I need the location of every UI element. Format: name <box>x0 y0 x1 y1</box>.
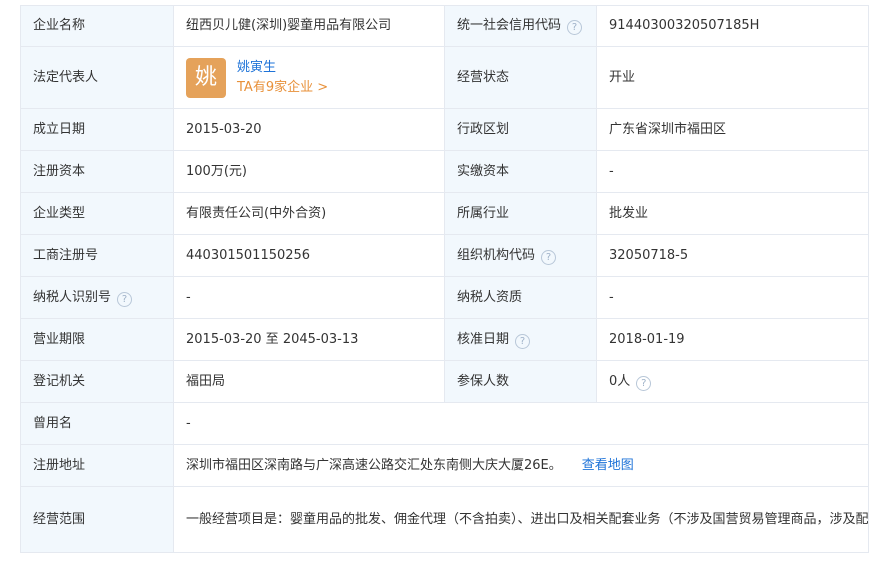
approval-date-label: 核准日期 <box>457 331 510 347</box>
status-value: 开业 <box>596 46 869 109</box>
company-name-label: 企业名称 <box>20 5 174 47</box>
help-icon[interactable]: ? <box>567 20 583 35</box>
row-former-name: 曾用名 - <box>20 402 869 445</box>
credit-code-value: 9144030032050718​5H <box>596 5 869 47</box>
org-code-label-cell: 组织机构代码? <box>444 234 597 277</box>
founded-value: 2015-03-20 <box>173 108 445 151</box>
paid-capital-label: 实缴资本 <box>444 150 597 193</box>
address-label: 注册地址 <box>20 444 174 487</box>
row-taxpayer: 纳税人识别号? - 纳税人资质 - <box>20 276 869 319</box>
legal-rep-name-link[interactable]: 姚寅生 <box>237 58 328 78</box>
help-icon[interactable]: ? <box>515 333 531 349</box>
founded-label: 成立日期 <box>20 108 174 151</box>
company-type-value: 有限责任公司(中外合资) <box>173 192 445 235</box>
company-type-label: 企业类型 <box>20 192 174 235</box>
org-code-value: 32050718-5 <box>596 234 869 277</box>
insured-value: 0人 <box>609 373 631 389</box>
credit-code-label: 统一社会信用代码 <box>457 18 562 33</box>
row-scope: 经营范围 一般经营项目是：婴童用品的批发、佣金代理（不含拍卖）、进出口及相关配套… <box>20 486 869 553</box>
scope-label: 经营范围 <box>20 486 174 553</box>
approval-date-label-cell: 核准日期? <box>444 318 597 361</box>
address-value: 深圳市福田区深南路与广深高速公路交汇处东南侧大庆大厦26E。 <box>186 457 562 473</box>
avatar[interactable]: 姚 <box>186 57 226 98</box>
row-legal-rep: 法定代表人 姚 姚寅生 TA有9家企业 > 经营状态 开业 <box>20 46 869 109</box>
row-company-type: 企业类型 有限责任公司(中外合资) 所属行业 批发业 <box>20 192 869 235</box>
status-label: 经营状态 <box>444 46 597 109</box>
region-value: 广东省深圳市福田区 <box>596 108 869 151</box>
row-address: 注册地址 深圳市福田区深南路与广深高速公路交汇处东南侧大庆大厦26E。 查看地图 <box>20 444 869 487</box>
authority-label: 登记机关 <box>20 360 174 403</box>
taxpayer-qual-label: 纳税人资质 <box>444 276 597 319</box>
approval-date-value: 2018-01-19 <box>596 318 869 361</box>
industry-value: 批发业 <box>596 192 869 235</box>
taxpayer-id-label-cell: 纳税人识别号? <box>20 276 174 319</box>
help-icon[interactable]: ? <box>541 249 557 265</box>
org-code-label: 组织机构代码 <box>457 247 536 263</box>
region-label: 行政区划 <box>444 108 597 151</box>
insured-value-cell: 0人? <box>596 360 869 403</box>
former-name-label: 曾用名 <box>20 402 174 445</box>
insured-label: 参保人数 <box>444 360 597 403</box>
row-company-name: 企业名称 纽西贝儿健(深圳)婴童用品有限公司 统一社会信用代码? 9144030… <box>20 5 869 47</box>
taxpayer-id-value: - <box>173 276 445 319</box>
reg-number-label: 工商注册号 <box>20 234 174 277</box>
business-term-value: 2015-03-20 至 2045-03-13 <box>173 318 445 361</box>
reg-number-value: 440301501150256 <box>173 234 445 277</box>
company-name-value: 纽西贝儿健(深圳)婴童用品有限公司 <box>173 5 445 47</box>
row-capital: 注册资本 100万(元) 实缴资本 - <box>20 150 869 193</box>
scope-value: 一般经营项目是：婴童用品的批发、佣金代理（不含拍卖）、进出口及相关配套业务（不涉… <box>173 486 869 553</box>
registered-capital-value: 100万(元) <box>173 150 445 193</box>
legal-rep-label: 法定代表人 <box>20 46 174 109</box>
row-authority: 登记机关 福田局 参保人数 0人? <box>20 360 869 403</box>
view-map-link[interactable]: 查看地图 <box>582 458 634 473</box>
taxpayer-qual-value: - <box>596 276 869 319</box>
help-icon[interactable]: ? <box>117 291 133 307</box>
row-founded: 成立日期 2015-03-20 行政区划 广东省深圳市福田区 <box>20 108 869 151</box>
paid-capital-value: - <box>596 150 869 193</box>
registered-capital-label: 注册资本 <box>20 150 174 193</box>
industry-label: 所属行业 <box>444 192 597 235</box>
row-business-term: 营业期限 2015-03-20 至 2045-03-13 核准日期? 2018-… <box>20 318 869 361</box>
authority-value: 福田局 <box>173 360 445 403</box>
help-icon[interactable]: ? <box>636 375 652 391</box>
legal-rep-cell: 姚 姚寅生 TA有9家企业 > <box>173 46 445 109</box>
former-name-value: - <box>173 402 869 445</box>
taxpayer-id-label: 纳税人识别号 <box>33 289 112 305</box>
credit-code-label-cell: 统一社会信用代码? <box>444 5 597 47</box>
related-companies-link[interactable]: TA有9家企业 > <box>237 78 328 98</box>
company-info-table: 企业名称 纽西贝儿健(深圳)婴童用品有限公司 统一社会信用代码? 9144030… <box>20 5 869 553</box>
business-term-label: 营业期限 <box>20 318 174 361</box>
address-cell: 深圳市福田区深南路与广深高速公路交汇处东南侧大庆大厦26E。 查看地图 <box>173 444 869 487</box>
row-reg-number: 工商注册号 440301501150256 组织机构代码? 32050718-5 <box>20 234 869 277</box>
